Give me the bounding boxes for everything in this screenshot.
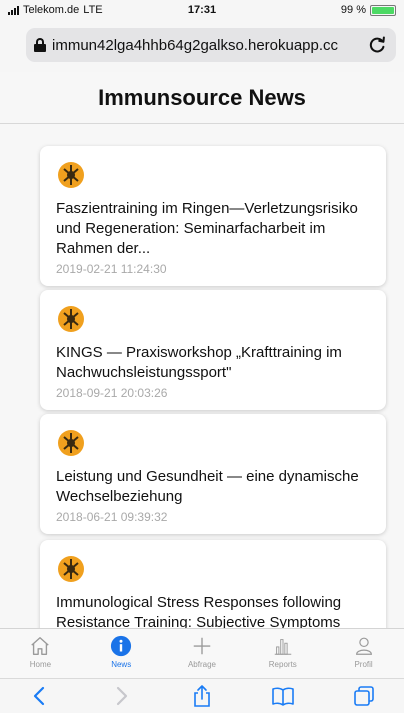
news-card[interactable]: Leistung und Gesundheit — eine dynamisch… [40, 414, 386, 534]
status-bar: Telekom.de LTE 17:31 99 % [0, 0, 404, 22]
plus-icon [193, 637, 211, 655]
battery-icon [370, 4, 396, 16]
tab-label: Abfrage [187, 660, 216, 669]
tab-label: Reports [268, 660, 297, 669]
news-card[interactable]: KINGS — Praxisworkshop „Krafttraining im… [40, 290, 386, 410]
app-tab-bar: Home News Abfrage Reports Profil [0, 628, 404, 678]
home-icon [31, 637, 50, 655]
info-icon [111, 635, 132, 657]
immunsource-logo-icon [58, 430, 84, 456]
news-card[interactable]: Immunological Stress Responses following… [40, 540, 386, 628]
url-text[interactable]: immun42lga4hhb64g2galkso.herokuapp.cc [52, 37, 366, 54]
tab-label: Home [29, 660, 52, 669]
tab-reports[interactable]: Reports [242, 629, 323, 678]
news-title: KINGS — Praxisworkshop „Krafttraining im… [56, 344, 342, 381]
browser-address-area: immun42lga4hhb64g2galkso.herokuapp.cc [0, 22, 404, 72]
bar-chart-icon [274, 639, 292, 655]
page-header: Immunsource News [0, 72, 404, 124]
news-title: Leistung und Gesundheit — eine dynamisch… [56, 468, 359, 505]
tab-profil[interactable]: Profil [323, 629, 404, 678]
news-date: 2019-02-21 11:24:30 [56, 262, 167, 276]
tab-news[interactable]: News [81, 629, 162, 678]
battery-percent: 99 % [340, 4, 366, 16]
news-date: 2018-09-21 20:03:26 [56, 386, 168, 400]
back-icon[interactable] [28, 684, 52, 708]
lock-icon [34, 38, 46, 52]
bookmarks-icon[interactable] [271, 684, 295, 708]
page-title: Immunsource News [98, 85, 306, 110]
immunsource-logo-icon [58, 556, 84, 582]
tab-home[interactable]: Home [0, 629, 81, 678]
news-list[interactable]: Faszientraining im Ringen—Verletzungsris… [0, 124, 404, 628]
tab-label: News [111, 660, 132, 669]
news-title: Immunological Stress Responses following… [56, 594, 342, 628]
status-right: 99 % [341, 4, 396, 16]
tab-abfrage[interactable]: Abfrage [162, 629, 243, 678]
news-date: 2018-06-21 09:39:32 [56, 510, 168, 524]
address-bar[interactable]: immun42lga4hhb64g2galkso.herokuapp.cc [26, 28, 396, 62]
tab-label: Profil [354, 660, 373, 669]
news-title: Faszientraining im Ringen—Verletzungsris… [56, 200, 358, 257]
share-icon[interactable] [190, 684, 214, 708]
browser-toolbar [0, 678, 404, 713]
news-card[interactable]: Faszientraining im Ringen—Verletzungsris… [40, 146, 386, 286]
tabs-icon[interactable] [352, 684, 376, 708]
immunsource-logo-icon [58, 306, 84, 332]
reload-icon[interactable] [366, 34, 388, 56]
person-icon [355, 637, 372, 655]
forward-icon[interactable] [109, 684, 133, 708]
immunsource-logo-icon [58, 162, 84, 188]
